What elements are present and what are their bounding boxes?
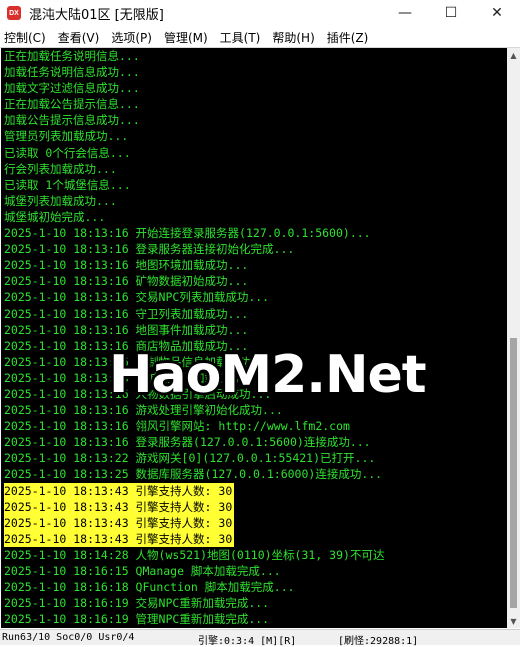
app-icon: DX (7, 6, 21, 20)
log-lines: 正在加载任务说明信息... 加载任务说明信息成功... 加载文字过滤信息成功... 正… (4, 48, 504, 627)
log-line: 正在加载任务说明信息... (4, 49, 140, 63)
log-line-row: 2025-1-10 18:13:22 游戏网关[0](127.0.0.1:554… (4, 450, 504, 466)
log-line: 2025-1-10 18:13:16 交易NPC列表加载成功... (4, 290, 270, 305)
log-line-row: 已读取 0个行会信息... (4, 145, 504, 161)
log-line: 2025-1-10 18:13:16 地图环境加载成功... (4, 258, 249, 273)
log-line: 2025-1-10 18:14:28 人物(ws521)地图(0110)坐标(3… (4, 547, 385, 562)
window-title: 混沌大陆01区 [无限版] (29, 7, 164, 23)
log-line: 2025-1-10 18:13:16 地图事件加载成功... (4, 322, 249, 337)
log-line: 加载文字过滤信息成功... (4, 81, 140, 96)
log-line-row: 2025-1-10 18:13:43 引擎支持人数: 30 (4, 514, 504, 531)
log-line: 2025-1-10 18:13:16 登录服务器连接初始化完成... (4, 242, 295, 257)
log-line-row: 2025-1-10 18:13:16 商店物品加载成功... (4, 338, 504, 354)
log-line-row: 2025-1-10 18:13:16 矿物数据初始成功... (4, 273, 504, 289)
status-monster: [刷怪:29288:1] (338, 636, 419, 647)
maximize-button[interactable]: ☐ (428, 0, 474, 26)
log-line: 2025-1-10 18:13:16 翎风引擎网站: http://www.lf… (4, 419, 350, 434)
log-line: 2025-1-10 18:13:16 登录服务器(127.0.0.1:5600)… (4, 435, 371, 450)
menu-control[interactable]: 控制(C) (4, 29, 46, 46)
log-line: 2025-1-10 18:13:16 商店物品加载成功... (4, 338, 249, 353)
log-line: 2025-1-10 18:16:19 管理NPC重新加载完成... (4, 612, 270, 627)
log-line: 管理员列表加载成功... (4, 129, 129, 144)
status-run: Run63/10 Soc0/0 Usr0/4 (2, 632, 135, 643)
menu-plugins[interactable]: 插件(Z) (327, 29, 369, 46)
log-line: 城堡列表加载成功... (4, 193, 117, 208)
log-line-row: 2025-1-10 18:13:16 游戏处理引擎初始化成功... (4, 402, 504, 418)
title-bar: DX 混沌大陆01区 [无限版] — ☐ ✕ (0, 0, 520, 26)
log-line-highlighted: 2025-1-10 18:13:43 引擎支持人数: 30 (4, 514, 235, 531)
status-engine: 引擎:0:3:4 [M][R] (198, 636, 297, 647)
log-line: 已读取 0个行会信息... (4, 145, 131, 160)
log-line-row: 2025-1-10 18:13:16 地图事件加载成功... (4, 322, 504, 338)
log-line: 2025-1-10 18:13:16 游戏处理引擎初始化成功... (4, 403, 283, 418)
log-line: 2025-1-10 18:16:18 QFunction 脚本加载完成... (4, 580, 295, 595)
log-line: 2025-1-10 18:13:22 游戏网关[0](127.0.0.1:554… (4, 451, 376, 466)
scroll-down-icon[interactable]: ▼ (507, 614, 520, 628)
log-console[interactable]: 正在加载任务说明信息... 加载任务说明信息成功... 加载文字过滤信息成功... 正… (1, 48, 507, 628)
log-line-row: 2025-1-10 18:13:16 交易NPC列表加载成功... (4, 289, 504, 305)
menu-help[interactable]: 帮助(H) (272, 29, 314, 46)
log-line-row: 2025-1-10 18:13:43 引擎支持人数: 30 (4, 498, 504, 515)
log-line-row: 2025-1-10 18:14:28 人物(ws521)地图(0110)坐标(3… (4, 547, 504, 563)
menu-tools[interactable]: 工具(T) (220, 29, 261, 46)
menu-view[interactable]: 查看(V) (58, 29, 100, 46)
log-line-row: 行会列表加载成功... (4, 161, 504, 177)
log-line-row: 2025-1-10 18:16:15 QManage 脚本加载完成... (4, 563, 504, 579)
log-line-row: 已读取 1个城堡信息... (4, 177, 504, 193)
log-line-highlighted: 2025-1-10 18:13:43 引擎支持人数: 30 (4, 530, 235, 547)
log-line: 2025-1-10 18:13:16 矿物数据初始成功... (4, 274, 249, 289)
log-line: 2025-1-10 18:13:25 数据库服务器(127.0.0.1:6000… (4, 467, 383, 482)
log-line-row: 加载任务说明信息成功... (4, 64, 504, 80)
scroll-thumb[interactable] (510, 338, 517, 608)
log-line: 2025-1-10 18:13:16 回城点配置加载成功... (4, 370, 260, 385)
log-line: 加载任务说明信息成功... (4, 65, 140, 80)
log-line-row: 2025-1-10 18:13:16 地图环境加载成功... (4, 257, 504, 273)
scroll-up-icon[interactable]: ▲ (507, 48, 520, 62)
log-line-row: 2025-1-10 18:16:18 QFunction 脚本加载完成... (4, 579, 504, 595)
log-line-row: 2025-1-10 18:13:25 数据库服务器(127.0.0.1:6000… (4, 466, 504, 482)
log-line-row: 2025-1-10 18:13:16 开始连接登录服务器(127.0.0.1:5… (4, 225, 504, 241)
log-line-row: 2025-1-10 18:13:16 登录服务器(127.0.0.1:5600)… (4, 434, 504, 450)
log-line-row: 正在加载任务说明信息... (4, 48, 504, 64)
log-line: 城堡城初始完成... (4, 209, 106, 224)
minimize-button[interactable]: — (382, 0, 428, 26)
log-line-row: 2025-1-10 18:13:43 引擎支持人数: 30 (4, 482, 504, 499)
log-line-row: 2025-1-10 18:13:16 登录服务器连接初始化完成... (4, 241, 504, 257)
log-line-highlighted: 2025-1-10 18:13:43 引擎支持人数: 30 (4, 482, 235, 499)
log-line-row: 城堡城初始完成... (4, 209, 504, 225)
log-line-row: 2025-1-10 18:16:19 管理NPC重新加载完成... (4, 611, 504, 627)
log-line-row: 2025-1-10 18:13:16 回城点配置加载成功... (4, 370, 504, 386)
log-line-row: 2025-1-10 18:13:16 翎风引擎网站: http://www.lf… (4, 418, 504, 434)
vertical-scrollbar[interactable]: ▲ ▼ (507, 48, 520, 628)
log-line-row: 加载公告提示信息成功... (4, 112, 504, 128)
log-line: 2025-1-10 18:16:19 交易NPC重新加载完成... (4, 596, 270, 611)
menu-options[interactable]: 选项(P) (111, 29, 152, 46)
log-line: 2025-1-10 18:13:16 炼制物品信息加载成功... (4, 354, 272, 369)
log-line-row: 管理员列表加载成功... (4, 128, 504, 144)
log-line-row: 2025-1-10 18:16:19 交易NPC重新加载完成... (4, 595, 504, 611)
log-line: 加载公告提示信息成功... (4, 113, 140, 128)
close-button[interactable]: ✕ (474, 0, 520, 26)
log-line: 行会列表加载成功... (4, 161, 117, 176)
menu-manage[interactable]: 管理(M) (164, 29, 208, 46)
log-line-highlighted: 2025-1-10 18:13:43 引擎支持人数: 30 (4, 498, 235, 515)
log-line-row: 城堡列表加载成功... (4, 193, 504, 209)
menu-bar: 控制(C) 查看(V) 选项(P) 管理(M) 工具(T) 帮助(H) 插件(Z… (0, 27, 520, 48)
log-line: 2025-1-10 18:13:16 人物数据引擎启动成功... (4, 386, 272, 401)
log-line: 已读取 1个城堡信息... (4, 177, 131, 192)
log-line: 2025-1-10 18:16:15 QManage 脚本加载完成... (4, 564, 281, 578)
log-line-row: 2025-1-10 18:13:43 引擎支持人数: 30 (4, 530, 504, 547)
log-line-row: 2025-1-10 18:13:16 炼制物品信息加载成功... (4, 354, 504, 370)
log-line-row: 正在加载公告提示信息... (4, 96, 504, 112)
log-line-row: 加载文字过滤信息成功... (4, 80, 504, 96)
log-line: 正在加载公告提示信息... (4, 97, 140, 112)
log-line-row: 2025-1-10 18:13:16 守卫列表加载成功... (4, 306, 504, 322)
log-line: 2025-1-10 18:13:16 开始连接登录服务器(127.0.0.1:5… (4, 226, 371, 241)
log-line: 2025-1-10 18:13:16 守卫列表加载成功... (4, 306, 249, 321)
status-bar: Run63/10 Soc0/0 Usr0/4 引擎:0:3:4 [M][R] [… (0, 629, 520, 647)
log-line-row: 2025-1-10 18:13:16 人物数据引擎启动成功... (4, 386, 504, 402)
